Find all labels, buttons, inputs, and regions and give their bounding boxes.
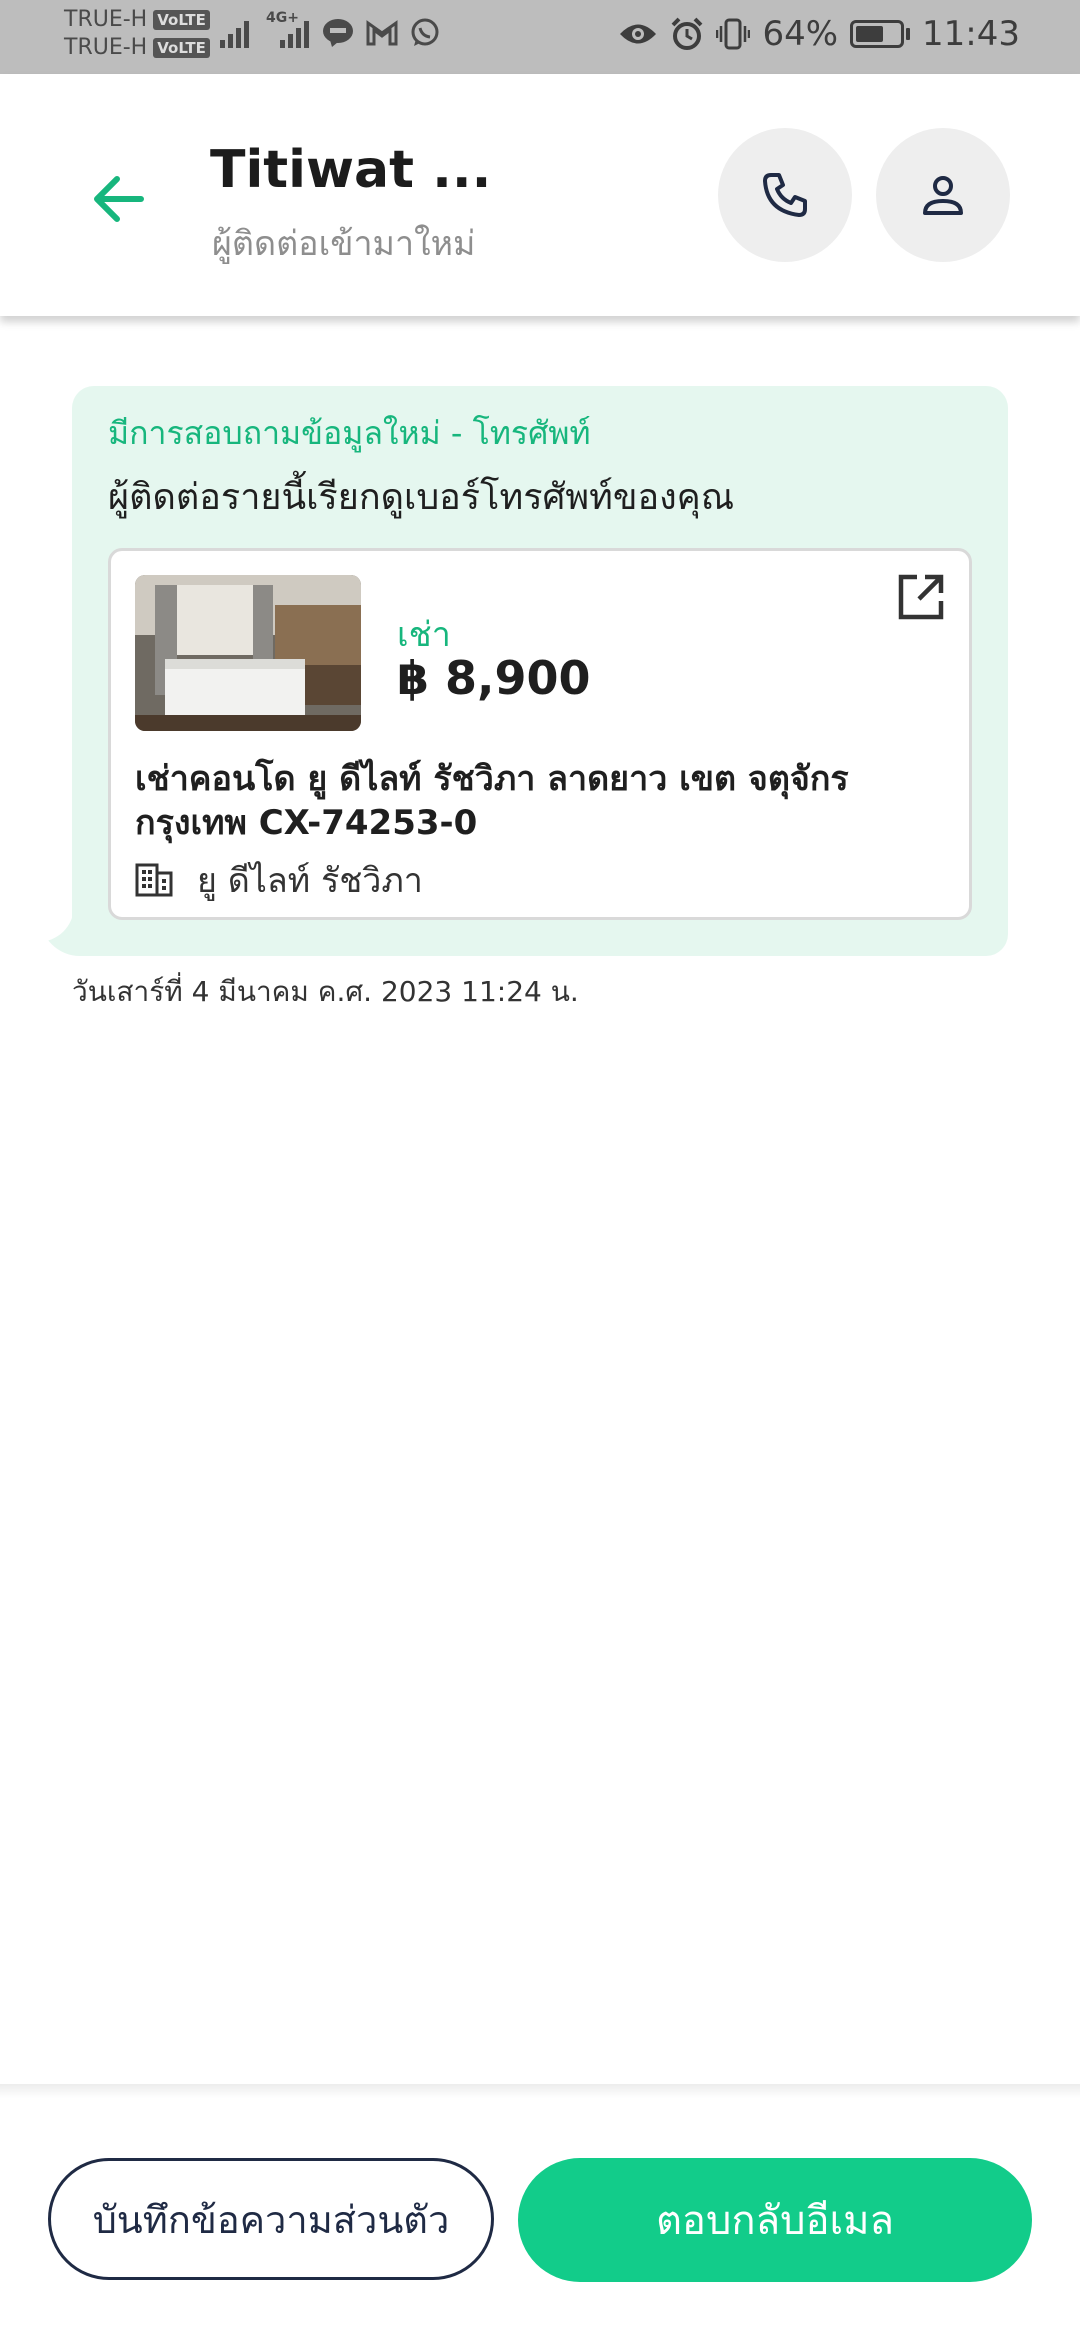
contact-profile-button[interactable] <box>876 128 1010 262</box>
building-name: ยู ดีไลท์ รัชวิภา <box>197 861 423 901</box>
notification-icons: 4G+ <box>220 10 440 48</box>
building-row: ยู ดีไลท์ รัชวิภา <box>135 853 423 907</box>
alarm-icon <box>670 17 704 51</box>
battery-icon <box>850 20 911 48</box>
volte-badge: VoLTE <box>153 10 210 30</box>
carrier-1-label: TRUE-H <box>64 7 148 32</box>
line-app-icon <box>322 18 354 48</box>
battery-cap <box>906 28 911 40</box>
gmail-icon <box>366 20 398 46</box>
carrier-2-label: TRUE-H <box>64 35 148 60</box>
open-external-icon[interactable] <box>895 571 947 623</box>
carrier-info: TRUE-H VoLTE TRUE-H VoLTE <box>64 6 210 62</box>
reply-email-button[interactable]: ตอบกลับอีเมล <box>518 2158 1032 2282</box>
arrow-left-icon <box>94 176 144 222</box>
listing-card[interactable]: เช่า ฿ 8,900 เช่าคอนโด ยู ดีไลท์ รัชวิภา… <box>108 548 972 920</box>
private-note-button[interactable]: บันทึกข้อความส่วนตัว <box>48 2158 494 2280</box>
chat-header: Titiwat ... ผู้ติดต่อเข้ามาใหม่ <box>0 74 1080 316</box>
network-label: 4G+ <box>266 10 299 26</box>
system-icons: 64% 11:43 <box>618 14 1020 54</box>
battery-fill <box>856 26 883 42</box>
inquiry-title: มีการสอบถามข้อมูลใหม่ - โทรศัพท์ <box>108 414 591 452</box>
inquiry-body: ผู้ติดต่อรายนี้เรียกดูเบอร์โทรศัพท์ของคุ… <box>108 477 735 518</box>
volte-badge: VoLTE <box>153 38 210 58</box>
whatsapp-icon <box>410 18 440 48</box>
vibrate-icon <box>716 17 751 51</box>
status-bar: TRUE-H VoLTE TRUE-H VoLTE 4G+ 64% 11:43 <box>0 0 1080 74</box>
phone-icon <box>763 173 807 217</box>
signal-icon <box>220 18 254 48</box>
person-icon <box>923 176 963 215</box>
call-button[interactable] <box>718 128 852 262</box>
eye-icon <box>618 21 658 47</box>
message-timestamp: วันเสาร์ที่ 4 มีนาคม ค.ศ. 2023 11:24 น. <box>72 975 579 1008</box>
clock: 11:43 <box>922 14 1020 54</box>
listing-title: เช่าคอนโด ยู ดีไลท์ รัชวิภา ลาดยาว เขต จ… <box>135 759 849 843</box>
building-icon <box>135 863 173 897</box>
contact-name: Titiwat ... <box>210 140 492 200</box>
battery-body <box>850 20 905 48</box>
back-button[interactable] <box>84 164 154 234</box>
carrier-2: TRUE-H VoLTE <box>64 34 210 62</box>
listing-price: ฿ 8,900 <box>397 651 591 705</box>
carrier-1: TRUE-H VoLTE <box>64 6 210 34</box>
contact-status: ผู้ติดต่อเข้ามาใหม่ <box>212 224 476 264</box>
battery-percent: 64% <box>762 14 839 54</box>
signal-4g-icon: 4G+ <box>266 10 310 48</box>
listing-photo <box>135 575 361 731</box>
bottom-divider <box>0 2084 1080 2098</box>
